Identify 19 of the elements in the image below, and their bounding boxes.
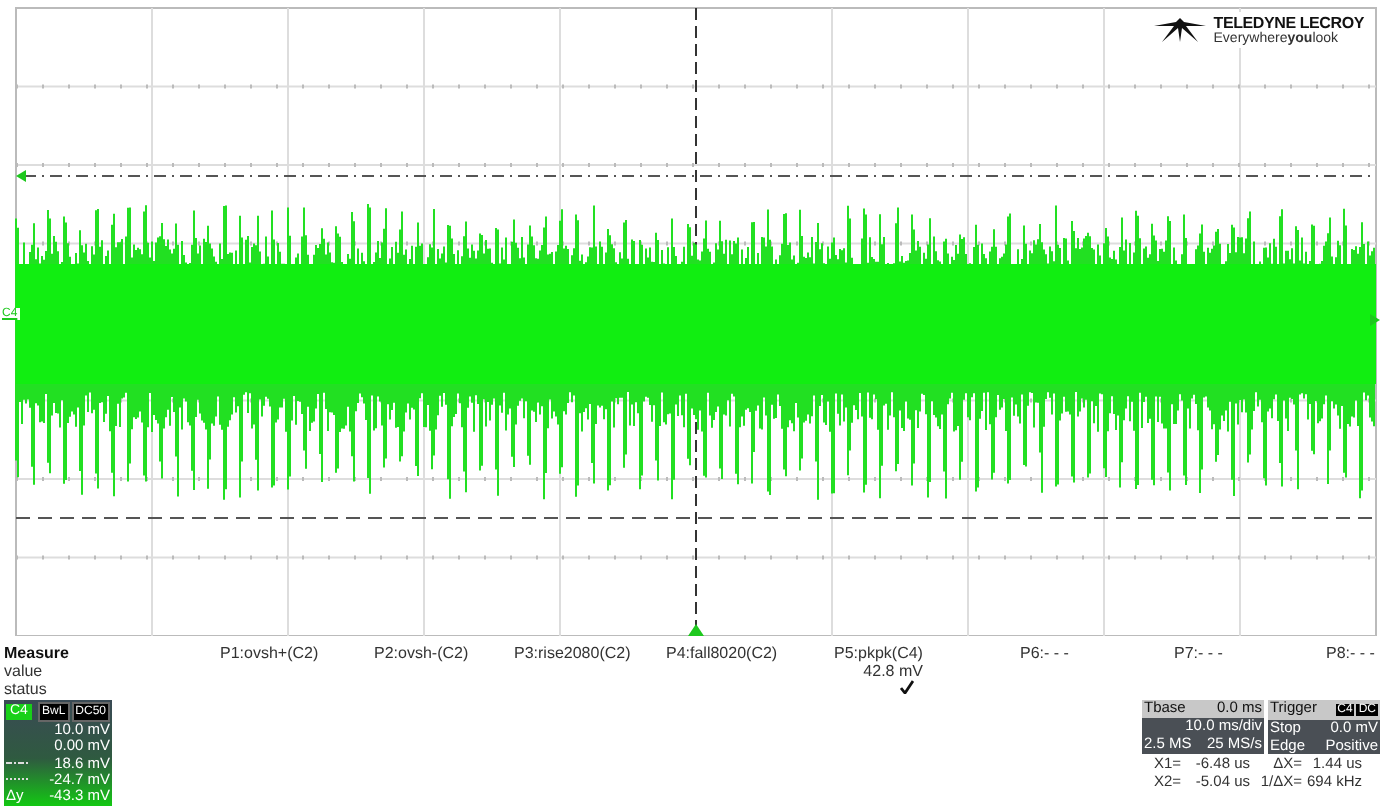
dotted-line-icon bbox=[6, 776, 30, 783]
cursor-marker-icon bbox=[16, 170, 26, 182]
parameter-label[interactable]: P6:- - - bbox=[1020, 644, 1069, 662]
parameter-label[interactable]: P3:rise2080(C2) bbox=[514, 644, 631, 662]
dash-dot-line-icon bbox=[6, 760, 30, 767]
parameter-label[interactable]: P7:- - - bbox=[1174, 644, 1223, 662]
parameter-label[interactable]: P8:- - - bbox=[1326, 644, 1375, 662]
row-label: value bbox=[4, 662, 45, 680]
level-marker-icon bbox=[1370, 314, 1380, 326]
parameter-label[interactable]: P4:fall8020(C2) bbox=[666, 644, 778, 662]
parameter-label[interactable]: P5:pkpk(C4) bbox=[834, 644, 923, 662]
row-label: status bbox=[4, 680, 49, 698]
brand-name: TELEDYNE LECROY bbox=[1213, 14, 1364, 32]
logo-icon bbox=[1153, 18, 1206, 42]
parameter-value: 42.8 mV bbox=[863, 662, 923, 680]
parameter-label[interactable]: P2:ovsh-(C2) bbox=[374, 644, 469, 662]
measure-heading: Measure bbox=[4, 644, 71, 662]
parameter-label[interactable]: P1:ovsh+(C2) bbox=[220, 644, 319, 662]
trigger-marker-icon bbox=[688, 624, 704, 636]
